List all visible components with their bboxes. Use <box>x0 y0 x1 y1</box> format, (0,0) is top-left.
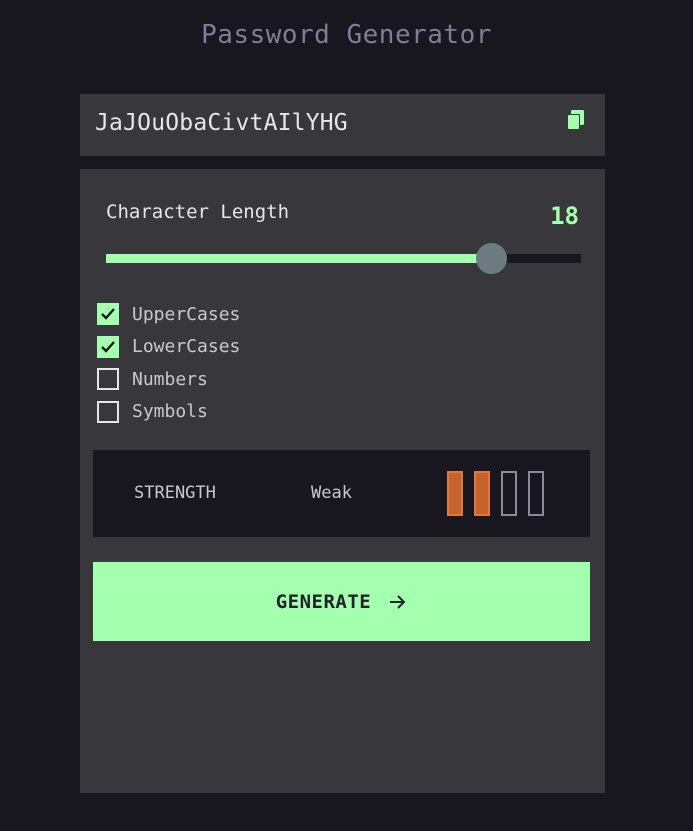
option-label: Symbols <box>132 401 208 423</box>
slider-fill <box>106 254 491 263</box>
option-label: LowerCases <box>132 336 241 358</box>
character-length-value: 18 <box>550 202 579 230</box>
strength-bar <box>447 471 463 516</box>
character-length-label: Character Length <box>106 201 290 223</box>
option-label: UpperCases <box>132 303 241 325</box>
strength-value: Weak <box>311 483 352 503</box>
password-text: JaJOuObaCivtAIlYHG <box>95 110 348 136</box>
checkbox-uppercases[interactable] <box>97 303 119 326</box>
strength-bar <box>528 471 544 516</box>
generate-button[interactable]: GENERATE <box>93 562 590 641</box>
strength-label: STRENGTH <box>134 483 216 503</box>
strength-bars <box>447 471 544 516</box>
options-list: UpperCases LowerCases Numbers Symbols <box>97 298 240 428</box>
page-title: Password Generator <box>201 20 492 50</box>
strength-meter: STRENGTH Weak <box>93 450 590 537</box>
option-uppercases[interactable]: UpperCases <box>97 298 240 331</box>
generator-panel: Character Length 18 UpperCases LowerCase… <box>80 169 605 793</box>
strength-bar <box>474 471 490 516</box>
password-display: JaJOuObaCivtAIlYHG <box>80 94 605 156</box>
checkbox-symbols[interactable] <box>97 400 119 423</box>
option-label: Numbers <box>132 368 208 390</box>
generate-label: GENERATE <box>275 590 372 613</box>
option-numbers[interactable]: Numbers <box>97 363 240 396</box>
arrow-right-icon <box>389 594 407 610</box>
option-lowercases[interactable]: LowerCases <box>97 331 240 364</box>
length-slider[interactable] <box>106 243 581 274</box>
slider-thumb[interactable] <box>475 243 507 274</box>
checkbox-numbers[interactable] <box>97 368 119 391</box>
strength-bar <box>501 471 517 516</box>
checkbox-lowercases[interactable] <box>97 335 119 358</box>
option-symbols[interactable]: Symbols <box>97 396 240 429</box>
copy-icon[interactable] <box>566 109 586 131</box>
